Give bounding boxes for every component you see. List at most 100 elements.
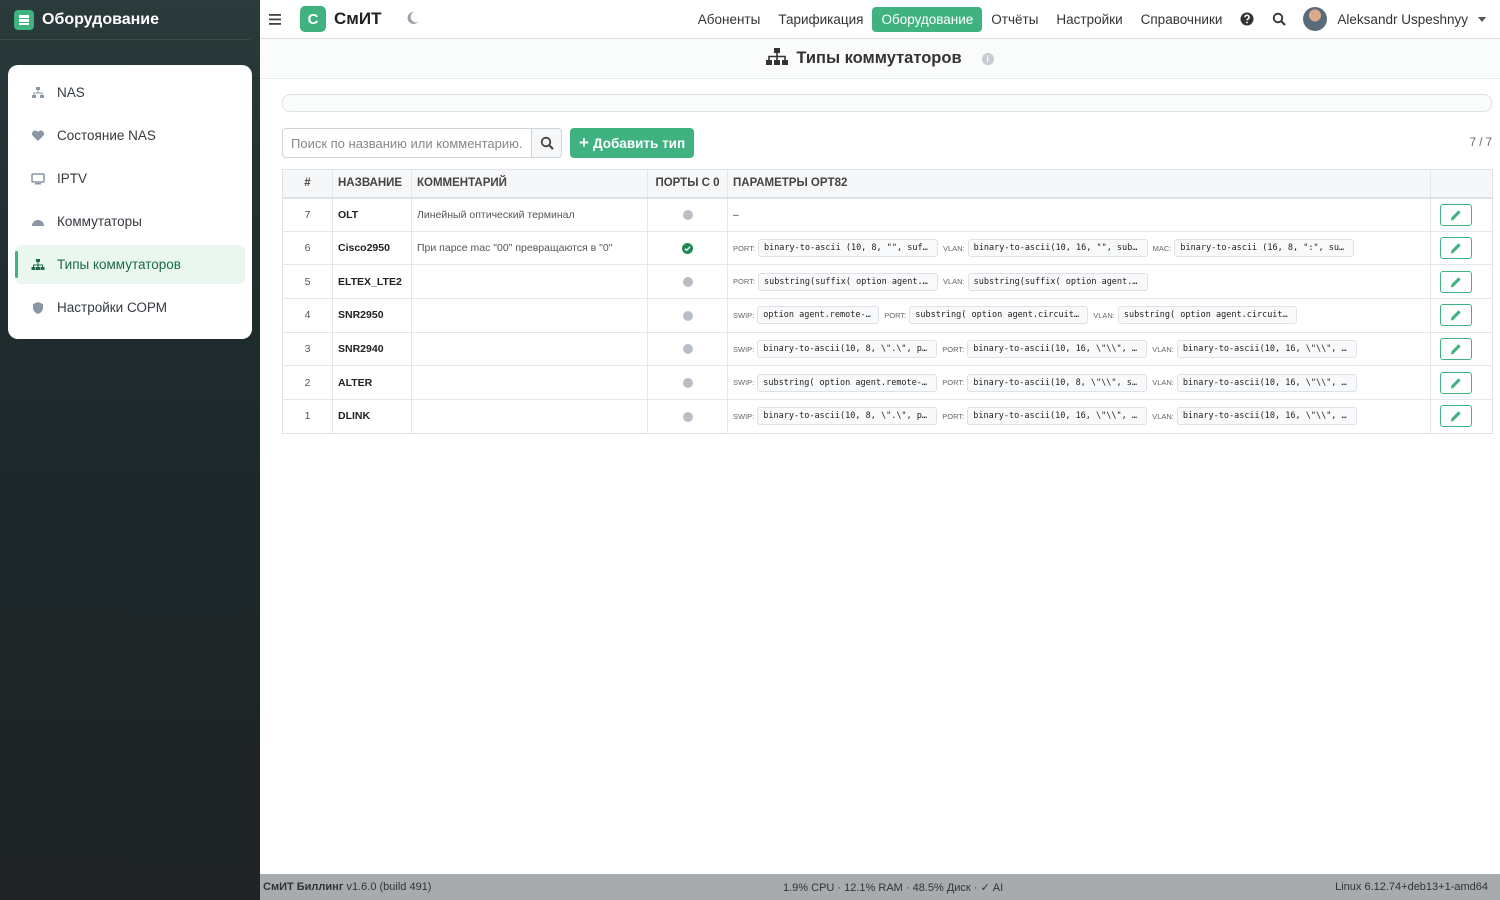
row-comment: При парсе mac "00" превращаются в "0"	[411, 230, 648, 265]
row-actions	[1430, 331, 1493, 366]
row-name: SNR2950	[332, 298, 412, 333]
param-value: binary-to-ascii(10, 8, \".\", pa…	[757, 407, 938, 426]
row-ports-from-zero	[647, 230, 728, 265]
disabled-dot-icon	[682, 276, 693, 287]
row-actions	[1430, 230, 1493, 265]
add-type-button[interactable]: + Добавить тип	[570, 128, 695, 158]
edit-button[interactable]	[1440, 371, 1472, 394]
col-header-num[interactable]: #	[282, 169, 333, 199]
edit-button[interactable]	[1440, 304, 1472, 327]
param-label: MAC:	[1152, 243, 1172, 253]
row-ports-from-zero	[647, 197, 728, 232]
disabled-dot-icon	[682, 209, 693, 220]
nav-link-settings[interactable]: Настройки	[1047, 7, 1131, 32]
param-value: binary-to-ascii(10, 16, \"\\", su…	[967, 340, 1148, 359]
sidebar-title: Оборудование	[42, 10, 160, 28]
sidebar-item-switches[interactable]: Коммутаторы	[15, 202, 245, 241]
table-row[interactable]: 4 SNR2950 SWIP: option agent.remote-id PORT:…	[282, 298, 1493, 333]
table-row[interactable]: 5 ELTEX_LTE2 PORT: substring(suffix( option…	[282, 264, 1493, 299]
edit-button[interactable]	[1440, 338, 1472, 361]
add-type-label: Добавить тип	[592, 135, 686, 151]
row-actions	[1430, 298, 1493, 333]
sidebar-item-label: Состояние NAS	[57, 128, 156, 143]
nav-link-equipment[interactable]: Оборудование	[872, 6, 983, 32]
col-header-ports[interactable]: ПОРТЫ С 0	[647, 169, 728, 199]
table-row[interactable]: 1 DLINK SWIP: binary-to-ascii(10, 8, \".\",…	[282, 399, 1493, 434]
row-number: 5	[282, 264, 333, 299]
search-input[interactable]	[282, 128, 531, 158]
empty-params: –	[733, 208, 739, 221]
table-row[interactable]: 6 Cisco2950 При парсе mac "00" превращаютс…	[282, 230, 1493, 265]
col-header-comment[interactable]: КОММЕНТАРИЙ	[411, 169, 648, 199]
avatar	[1303, 7, 1328, 31]
help-icon[interactable]	[1239, 11, 1255, 27]
hamburger-icon[interactable]	[266, 10, 284, 28]
row-params: PORT: substring(suffix( option agent.c… VL…	[727, 264, 1431, 299]
moon-icon[interactable]	[405, 11, 421, 27]
row-params: SWIP: binary-to-ascii(10, 8, \".\", pa… PO…	[727, 399, 1431, 434]
col-header-params: ПАРАМЕТРЫ OPT82	[727, 169, 1431, 199]
logo-text: СмИТ	[334, 9, 382, 28]
nav-link-reports[interactable]: Отчёты	[982, 7, 1047, 32]
nav-link-directories[interactable]: Справочники	[1132, 7, 1232, 32]
row-params: SWIP: binary-to-ascii(10, 8, \".\", pa… PO…	[727, 331, 1431, 366]
param-label: SWIP:	[733, 411, 755, 421]
row-comment	[411, 399, 648, 434]
server-icon	[14, 9, 34, 30]
row-params: PORT: binary-to-ascii (10, 8, "", suff… VL…	[727, 230, 1431, 265]
row-ports-from-zero	[647, 365, 728, 400]
sidebar-item-sorm-settings[interactable]: Настройки СОРМ	[15, 288, 245, 327]
edit-button[interactable]	[1440, 270, 1472, 293]
switch-types-table: # НАЗВАНИЕ КОММЕНТАРИЙ ПОРТЫ С 0 ПАРАМЕТ…	[282, 169, 1493, 434]
row-name: Cisco2950	[332, 230, 412, 265]
edit-button[interactable]	[1440, 203, 1472, 226]
param-label: SWIP:	[733, 378, 755, 388]
main-nav: Абоненты Тарификация Оборудование Отчёты…	[689, 6, 1500, 32]
table-row[interactable]: 2 ALTER SWIP: substring( option agent.remot…	[282, 365, 1493, 400]
sidebar-item-nas[interactable]: NAS	[15, 73, 245, 112]
disabled-dot-icon	[682, 411, 693, 422]
user-menu[interactable]: Aleksandr Uspeshnyy	[1303, 7, 1486, 31]
row-name: DLINK	[332, 399, 412, 434]
sidebar-item-switch-types[interactable]: Типы коммутаторов	[15, 245, 245, 284]
edit-button[interactable]	[1440, 237, 1472, 260]
info-icon[interactable]: i	[981, 52, 994, 65]
pencil-icon	[1450, 378, 1461, 389]
col-header-name[interactable]: НАЗВАНИЕ	[332, 169, 412, 199]
param-value: substring(suffix( option agent.c…	[967, 272, 1148, 291]
row-name: ELTEX_LTE2	[332, 264, 412, 299]
row-actions	[1430, 365, 1493, 400]
nav-link-tariffs[interactable]: Тарификация	[769, 7, 872, 32]
top-navbar: С СмИТ Абоненты Тарификация Оборудование…	[260, 0, 1500, 39]
row-ports-from-zero	[647, 399, 728, 434]
param-label: PORT:	[733, 243, 755, 253]
footer-version: СмИТ Биллинг v1.6.0 (build 491)	[263, 881, 431, 893]
search-button[interactable]	[531, 128, 562, 158]
toolbar: + Добавить тип 7 / 7	[282, 128, 1492, 158]
sidebar-item-label: NAS	[57, 85, 85, 100]
param-value: binary-to-ascii(10, 16, \"\\", su…	[1176, 340, 1357, 359]
param-value: substring( option agent.circuit-…	[1117, 306, 1297, 325]
plus-icon: +	[579, 133, 589, 152]
records-counter: 7 / 7	[1469, 137, 1492, 149]
param-label: PORT:	[942, 344, 965, 354]
app-logo[interactable]: С СмИТ	[300, 6, 381, 32]
sidebar-item-nas-status[interactable]: Состояние NAS	[15, 116, 245, 155]
row-ports-from-zero	[647, 264, 728, 299]
switch-icon	[31, 215, 45, 229]
disabled-dot-icon	[682, 344, 693, 355]
page-title: Типы коммутаторов	[796, 49, 962, 67]
search-icon[interactable]	[1271, 11, 1287, 27]
param-label: VLAN:	[1152, 344, 1174, 354]
row-actions	[1430, 399, 1493, 434]
heartbeat-icon	[31, 129, 45, 143]
sidebar-item-iptv[interactable]: IPTV	[15, 159, 245, 198]
page-header: Типы коммутаторов i	[260, 39, 1500, 79]
edit-button[interactable]	[1440, 405, 1472, 428]
row-number: 7	[282, 197, 333, 232]
pencil-icon	[1450, 209, 1461, 221]
table-row[interactable]: 7 OLT Линейный оптический терминал –	[282, 197, 1493, 232]
row-comment	[411, 331, 648, 366]
table-row[interactable]: 3 SNR2940 SWIP: binary-to-ascii(10, 8, \".\…	[282, 331, 1493, 366]
nav-link-subscribers[interactable]: Абоненты	[689, 7, 770, 32]
